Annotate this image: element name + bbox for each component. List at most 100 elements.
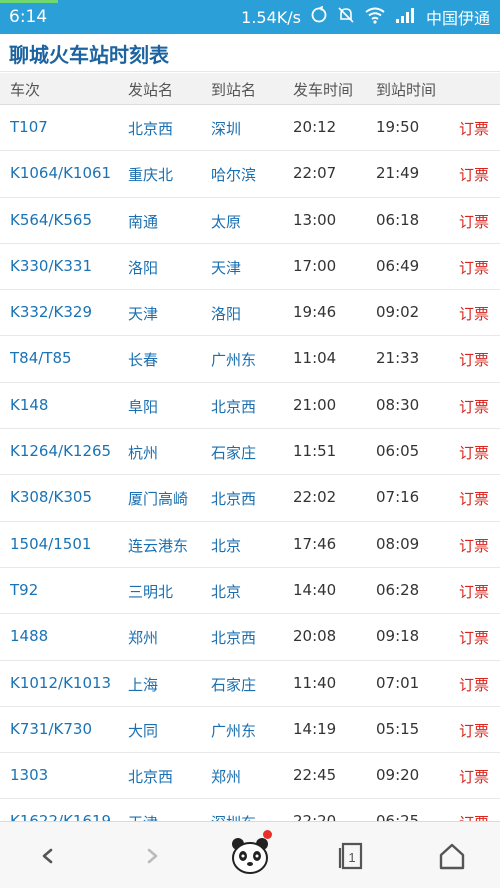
from-station[interactable]: 三明北 <box>128 581 173 602</box>
to-station[interactable]: 郑州 <box>211 766 241 787</box>
book-ticket-link[interactable]: 订票 <box>459 674 489 695</box>
to-station[interactable]: 北京 <box>211 535 241 556</box>
train-number[interactable]: K1012/K1013 <box>10 674 111 692</box>
from-station[interactable]: 重庆北 <box>128 164 173 185</box>
to-station[interactable]: 石家庄 <box>211 442 256 463</box>
depart-time: 11:04 <box>293 349 337 368</box>
train-number[interactable]: T84/T85 <box>10 349 72 367</box>
column-header-from: 发站名 <box>128 81 174 99</box>
to-station[interactable]: 深圳东 <box>211 812 256 821</box>
book-ticket-link[interactable]: 订票 <box>459 396 489 417</box>
from-station[interactable]: 北京西 <box>128 766 173 787</box>
book-ticket-link[interactable]: 订票 <box>459 164 489 185</box>
book-ticket-link[interactable]: 订票 <box>459 535 489 556</box>
book-ticket-link[interactable]: 订票 <box>459 257 489 278</box>
table-row[interactable]: K731/K730 大同 广州东 14:19 05:15 订票 <box>0 706 500 754</box>
tab-count: 1 <box>348 850 355 865</box>
book-ticket-link[interactable]: 订票 <box>459 349 489 370</box>
to-station[interactable]: 北京西 <box>211 488 256 509</box>
train-number[interactable]: K731/K730 <box>10 720 92 738</box>
to-station[interactable]: 哈尔滨 <box>211 164 256 185</box>
to-station[interactable]: 北京 <box>211 581 241 602</box>
book-ticket-link[interactable]: 订票 <box>459 627 489 648</box>
to-station[interactable]: 北京西 <box>211 627 256 648</box>
arrive-time: 09:18 <box>376 627 420 646</box>
book-ticket-link[interactable]: 订票 <box>459 766 489 787</box>
home-button[interactable] <box>430 834 474 878</box>
table-row[interactable]: K1264/K1265 杭州 石家庄 11:51 06:05 订票 <box>0 429 500 476</box>
book-ticket-link[interactable]: 订票 <box>459 118 489 139</box>
book-ticket-link[interactable]: 订票 <box>459 303 489 324</box>
table-row[interactable]: K148 阜阳 北京西 21:00 08:30 订票 <box>0 382 500 430</box>
to-station[interactable]: 天津 <box>211 257 241 278</box>
table-row[interactable]: K330/K331 洛阳 天津 17:00 06:49 订票 <box>0 243 500 291</box>
to-station[interactable]: 广州东 <box>211 720 256 741</box>
table-row[interactable]: K1622/K1619 天津 深圳东 22:20 06:25 订票 <box>0 799 500 821</box>
depart-time: 14:19 <box>293 719 337 738</box>
book-ticket-link[interactable]: 订票 <box>459 488 489 509</box>
to-station[interactable]: 石家庄 <box>211 674 256 695</box>
train-number[interactable]: K308/K305 <box>10 488 92 506</box>
table-row[interactable]: 1504/1501 连云港东 北京 17:46 08:09 订票 <box>0 521 500 568</box>
table-row[interactable]: K1064/K1061 重庆北 哈尔滨 22:07 21:49 订票 <box>0 151 500 198</box>
to-station[interactable]: 深圳 <box>211 118 241 139</box>
arrive-time: 06:05 <box>376 442 420 461</box>
column-header-train: 车次 <box>10 81 41 99</box>
status-right-group: 1.54K/s 中国伊通 <box>241 5 490 29</box>
book-ticket-link[interactable]: 订票 <box>459 581 489 602</box>
train-number[interactable]: K1622/K1619 <box>10 812 111 821</box>
forward-button[interactable] <box>130 834 174 878</box>
train-number[interactable]: K564/K565 <box>10 211 92 229</box>
from-station[interactable]: 杭州 <box>128 442 158 463</box>
train-number[interactable]: K330/K331 <box>10 257 92 275</box>
train-number[interactable]: K332/K329 <box>10 303 92 321</box>
mute-bell-icon <box>337 6 355 29</box>
menu-button[interactable] <box>228 830 272 878</box>
train-number[interactable]: 1303 <box>10 766 48 784</box>
train-number[interactable]: T107 <box>10 118 48 136</box>
book-ticket-link[interactable]: 订票 <box>459 720 489 741</box>
to-station[interactable]: 广州东 <box>211 349 256 370</box>
from-station[interactable]: 洛阳 <box>128 257 158 278</box>
table-row[interactable]: K1012/K1013 上海 石家庄 11:40 07:01 订票 <box>0 660 500 707</box>
table-row[interactable]: K564/K565 南通 太原 13:00 06:18 订票 <box>0 197 500 244</box>
to-station[interactable]: 洛阳 <box>211 303 241 324</box>
to-station[interactable]: 北京西 <box>211 396 256 417</box>
table-row[interactable]: 1303 北京西 郑州 22:45 09:20 订票 <box>0 753 500 800</box>
status-time: 6:14 <box>9 7 48 27</box>
notification-dot <box>263 830 272 839</box>
table-row[interactable]: T84/T85 长春 广州东 11:04 21:33 订票 <box>0 336 500 383</box>
table-row[interactable]: K308/K305 厦门高崎 北京西 22:02 07:16 订票 <box>0 475 500 522</box>
table-row[interactable]: T92 三明北 北京 14:40 06:28 订票 <box>0 567 500 615</box>
from-station[interactable]: 南通 <box>128 211 158 232</box>
from-station[interactable]: 郑州 <box>128 627 158 648</box>
book-ticket-link[interactable]: 订票 <box>459 812 489 821</box>
train-number[interactable]: 1488 <box>10 627 48 645</box>
from-station[interactable]: 天津 <box>128 303 158 324</box>
from-station[interactable]: 大同 <box>128 720 158 741</box>
from-station[interactable]: 长春 <box>128 349 158 370</box>
from-station[interactable]: 连云港东 <box>128 535 188 556</box>
tabs-button[interactable]: 1 <box>329 834 373 878</box>
table-row[interactable]: T107 北京西 深圳 20:12 19:50 订票 <box>0 105 500 152</box>
from-station[interactable]: 阜阳 <box>128 396 158 417</box>
status-bar: 6:14 1.54K/s 中国伊通 <box>0 0 500 34</box>
from-station[interactable]: 北京西 <box>128 118 173 139</box>
page-header: 聊城火车站时刻表 <box>0 34 500 72</box>
train-number[interactable]: K1264/K1265 <box>10 442 111 460</box>
to-station[interactable]: 太原 <box>211 211 241 232</box>
from-station[interactable]: 天津 <box>128 812 158 821</box>
from-station[interactable]: 厦门高崎 <box>128 488 188 509</box>
table-row[interactable]: K332/K329 天津 洛阳 19:46 09:02 订票 <box>0 290 500 337</box>
back-button[interactable] <box>26 834 70 878</box>
book-ticket-link[interactable]: 订票 <box>459 211 489 232</box>
table-row[interactable]: 1488 郑州 北京西 20:08 09:18 订票 <box>0 614 500 661</box>
train-number[interactable]: K148 <box>10 396 48 414</box>
book-ticket-link[interactable]: 订票 <box>459 442 489 463</box>
carrier-name: 中国伊通 <box>425 9 490 28</box>
home-icon <box>439 843 465 870</box>
train-number[interactable]: T92 <box>10 581 38 599</box>
train-number[interactable]: 1504/1501 <box>10 535 91 553</box>
train-number[interactable]: K1064/K1061 <box>10 164 111 182</box>
from-station[interactable]: 上海 <box>128 674 158 695</box>
